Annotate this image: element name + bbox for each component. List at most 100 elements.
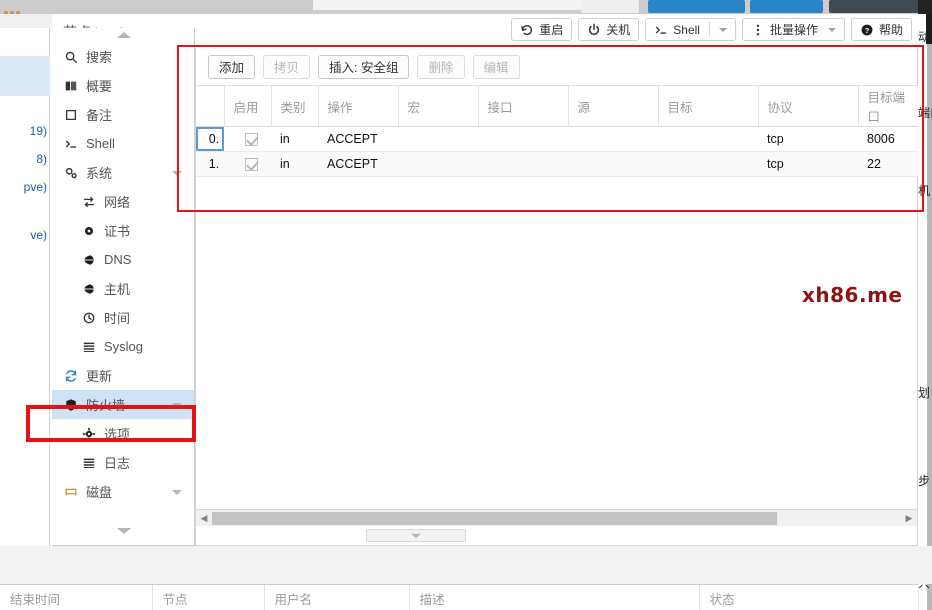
column-header-8[interactable]: 协议 — [758, 86, 858, 127]
chevron-down-icon — [411, 534, 421, 538]
scrollbar-track[interactable] — [212, 512, 901, 525]
cell-type[interactable]: in — [271, 127, 318, 152]
chevron-down-icon[interactable] — [172, 490, 182, 495]
firewall-rules-table[interactable]: 启用类别操作宏接口源目标协议目标端口 0. inACCEPT tcp8006 1. in… — [196, 86, 919, 177]
column-header-5[interactable]: 接口 — [478, 86, 568, 127]
sidebar-item-12[interactable]: 防火墙 — [52, 390, 194, 419]
column-header-0[interactable] — [196, 86, 224, 127]
panel-collapse-handle[interactable] — [366, 529, 466, 542]
sidebar-item-1[interactable]: 概要 — [52, 71, 194, 100]
column-header-7[interactable]: 目标 — [658, 86, 758, 127]
toolbar-button-grey[interactable] — [581, 0, 639, 13]
header-button-1[interactable]: 关机 — [578, 18, 639, 41]
firewall-button-0[interactable]: 添加 — [208, 55, 255, 79]
enable-checkbox-cell[interactable] — [224, 152, 271, 177]
sidebar-scroll-up-button[interactable] — [52, 28, 195, 42]
address-bar[interactable] — [313, 0, 596, 10]
table-row[interactable]: 1. inACCEPT tcp22 — [196, 152, 918, 177]
sidebar-item-6[interactable]: 证书 — [52, 216, 194, 245]
sidebar-item-13[interactable]: 选项 — [52, 419, 194, 448]
help-icon: ? — [860, 23, 874, 37]
shield-icon — [62, 398, 80, 412]
sidebar-item-7[interactable]: DNS — [52, 245, 194, 274]
task-log-table[interactable]: 结束时间节点用户名描述状态 — [0, 585, 919, 610]
chevron-down-icon[interactable] — [828, 28, 836, 32]
cell-dest[interactable] — [658, 152, 758, 177]
column-header-1[interactable]: 启用 — [224, 86, 271, 127]
cell-action[interactable]: ACCEPT — [318, 127, 398, 152]
toolbar-button-primary-1[interactable] — [648, 0, 745, 13]
resource-tree-selected-row[interactable] — [0, 56, 50, 96]
right-scroll-bar[interactable] — [927, 44, 932, 610]
task-column-header-2[interactable]: 用户名 — [264, 585, 409, 610]
sidebar-scroll-down-button[interactable] — [52, 523, 195, 539]
sidebar-item-5[interactable]: 网络 — [52, 187, 194, 216]
table-header-row: 启用类别操作宏接口源目标协议目标端口 — [196, 86, 918, 127]
cell-source[interactable] — [568, 152, 658, 177]
firewall-button-2[interactable]: 插入: 安全组 — [318, 55, 409, 79]
tree-line-3[interactable]: ve) — [0, 228, 50, 242]
sidebar-item-8[interactable]: 主机 — [52, 274, 194, 303]
toolbar-button-dark[interactable] — [829, 0, 926, 13]
header-button-0[interactable]: 重启 — [511, 18, 572, 41]
cell-dest[interactable] — [658, 127, 758, 152]
sidebar-item-0[interactable]: 搜索 — [52, 42, 194, 71]
column-header-9[interactable]: 目标端口 — [858, 86, 918, 127]
cell-dport[interactable]: 8006 — [858, 127, 918, 152]
row-index-cell[interactable]: 0. — [196, 127, 224, 152]
task-column-header-1[interactable]: 节点 — [152, 585, 264, 610]
cell-iface[interactable] — [478, 127, 568, 152]
cell-iface[interactable] — [478, 152, 568, 177]
cell-source[interactable] — [568, 127, 658, 152]
sidebar-item-10[interactable]: Syslog — [52, 332, 194, 361]
column-header-2[interactable]: 类别 — [271, 86, 318, 127]
restart-icon — [520, 23, 534, 37]
scrollbar-thumb[interactable] — [212, 512, 777, 525]
sidebar-item-11[interactable]: 更新 — [52, 361, 194, 390]
sidebar-item-15[interactable]: 磁盘 — [52, 477, 194, 506]
cell-action[interactable]: ACCEPT — [318, 152, 398, 177]
cell-type[interactable]: in — [271, 152, 318, 177]
column-header-4[interactable]: 宏 — [398, 86, 478, 127]
chevron-down-icon[interactable] — [172, 171, 182, 176]
chevron-up-icon — [117, 32, 131, 38]
header-button-3[interactable]: 批量操作 — [742, 18, 845, 41]
row-index-cell[interactable]: 1. — [196, 152, 224, 177]
tree-line-0[interactable]: 19) — [0, 124, 50, 138]
right-line-2: 机 — [918, 182, 932, 199]
checkbox-checked-icon[interactable] — [245, 158, 258, 171]
task-column-header-4[interactable]: 状态 — [699, 585, 918, 610]
chevron-down-icon[interactable] — [719, 28, 727, 32]
cell-protocol[interactable]: tcp — [758, 152, 858, 177]
tree-line-2[interactable]: pve) — [0, 180, 50, 194]
cell-macro[interactable] — [398, 127, 478, 152]
enable-checkbox-cell[interactable] — [224, 127, 271, 152]
column-header-6[interactable]: 源 — [568, 86, 658, 127]
header-button-shell[interactable]: Shell — [645, 18, 736, 41]
node-sidebar[interactable]: 搜索概要备注Shell系统网络证书DNS主机时间Syslog更新防火墙选项日志磁… — [52, 28, 195, 546]
table-row[interactable]: 0. inACCEPT tcp8006 — [196, 127, 918, 152]
checkbox-checked-icon[interactable] — [245, 133, 258, 146]
resource-tree-stub[interactable]: 19) 8) pve) ve) — [0, 28, 50, 546]
chevron-down-icon[interactable] — [172, 403, 182, 408]
cell-dport[interactable]: 22 — [858, 152, 918, 177]
sidebar-item-9[interactable]: 时间 — [52, 303, 194, 332]
scroll-left-arrow-icon[interactable]: ◀ — [196, 513, 212, 524]
cell-macro[interactable] — [398, 152, 478, 177]
horizontal-scrollbar[interactable]: ◀ ▶ — [196, 509, 917, 526]
header-button-4[interactable]: ?帮助 — [851, 18, 912, 41]
task-column-header-3[interactable]: 描述 — [409, 585, 699, 610]
scroll-right-arrow-icon[interactable]: ▶ — [901, 513, 917, 524]
sidebar-item-4[interactable]: 系统 — [52, 158, 194, 187]
tree-line-1[interactable]: 8) — [0, 152, 50, 166]
sidebar-item-3[interactable]: Shell — [52, 129, 194, 158]
browser-chrome-bar — [0, 0, 932, 14]
column-header-3[interactable]: 操作 — [318, 86, 398, 127]
task-column-header-0[interactable]: 结束时间 — [0, 585, 152, 610]
sidebar-item-2[interactable]: 备注 — [52, 100, 194, 129]
cell-protocol[interactable]: tcp — [758, 127, 858, 152]
toolbar-button-primary-2[interactable] — [750, 0, 823, 13]
firewall-button-1: 拷贝 — [263, 55, 310, 79]
sidebar-item-14[interactable]: 日志 — [52, 448, 194, 477]
right-panel-stub: 动 端口 机 划 步 只 — [918, 14, 932, 610]
